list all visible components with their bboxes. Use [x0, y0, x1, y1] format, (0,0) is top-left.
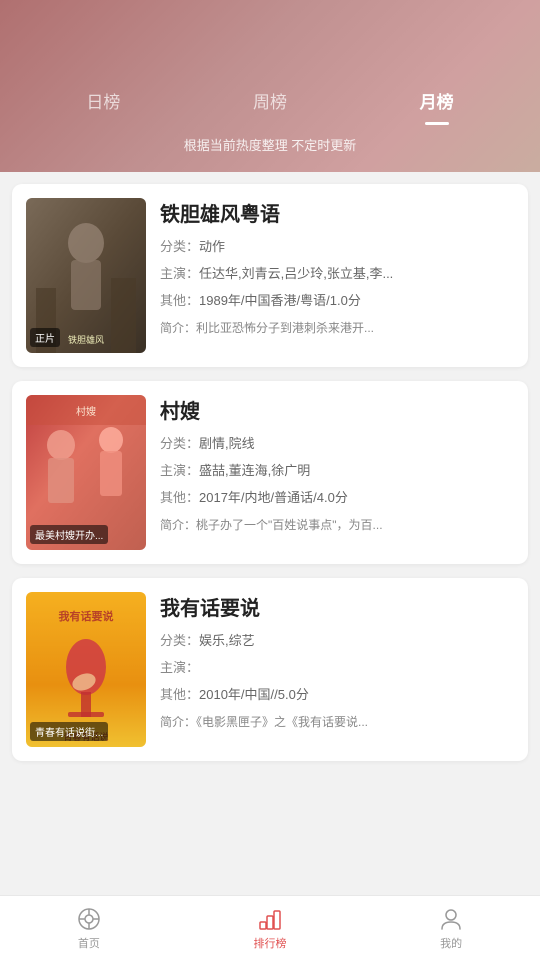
tab-daily[interactable]: 日榜: [66, 80, 140, 121]
svg-text:我有话要说: 我有话要说: [59, 609, 114, 623]
movie-poster-1: 铁胆雄风 正片: [26, 198, 146, 353]
movie-other-2: 其他：2017年/内地/普通话/4.0分: [160, 487, 514, 509]
movie-cast-2: 主演：盛喆,董连海,徐广明: [160, 460, 514, 482]
tabs-container: 日榜 周榜 月榜: [0, 80, 540, 121]
movie-badge-2: 最美村嫂开办...: [30, 525, 108, 544]
svg-text:铁胆雄风: 铁胆雄风: [68, 334, 104, 345]
movie-info-1: 铁胆雄风粤语 分类：动作 主演：任达华,刘青云,吕少玲,张立基,李... 其他：…: [160, 198, 514, 353]
movie-card-2[interactable]: 村嫂 最美村嫂开办... 村嫂 分类：剧情,院线 主演：盛喆,董连海,徐广明 其…: [12, 381, 528, 564]
movie-desc-2: 简介：桃子办了一个"百姓说事点"，为百...: [160, 516, 514, 533]
bottom-nav: 首页 排行榜 我的: [0, 895, 540, 960]
movie-badge-1: 正片: [30, 328, 60, 347]
ranking-icon: [257, 906, 283, 932]
movie-title-1: 铁胆雄风粤语: [160, 198, 514, 227]
movie-desc-3: 简介：《电影黑匣子》之《我有话要说...: [160, 713, 514, 730]
movie-badge-3: 青春有话说街...: [30, 722, 108, 741]
movie-cast-3: 主演：: [160, 657, 514, 679]
movie-card-3[interactable]: 我有话要说 青春有话说 青春有话说街... 我有话要说 分类：娱乐,综艺 主演：…: [12, 578, 528, 761]
tab-area: 日榜 周榜 月榜 根据当前热度整理 不定时更新: [0, 30, 540, 172]
movie-desc-1: 简介：利比亚恐怖分子到港刺杀来港开...: [160, 319, 514, 336]
subtitle-text: 根据当前热度整理 不定时更新: [0, 121, 540, 164]
movie-poster-2: 村嫂 最美村嫂开办...: [26, 395, 146, 550]
nav-home-label: 首页: [78, 935, 100, 951]
movie-info-2: 村嫂 分类：剧情,院线 主演：盛喆,董连海,徐广明 其他：2017年/内地/普通…: [160, 395, 514, 550]
main-container: 9:00 日榜 周榜 月榜 根据当前热度整理 不定时更新: [0, 0, 540, 960]
nav-profile[interactable]: 我的: [418, 900, 484, 957]
movie-title-3: 我有话要说: [160, 592, 514, 621]
nav-ranking-label: 排行榜: [253, 935, 286, 951]
tab-weekly[interactable]: 周榜: [233, 80, 307, 121]
nav-ranking[interactable]: 排行榜: [233, 900, 306, 957]
profile-icon: [438, 906, 464, 932]
tab-monthly[interactable]: 月榜: [400, 80, 474, 121]
movie-other-1: 其他：1989年/中国香港/粤语/1.0分: [160, 290, 514, 312]
nav-home[interactable]: 首页: [56, 900, 122, 957]
svg-text:村嫂: 村嫂: [76, 405, 96, 418]
movie-info-3: 我有话要说 分类：娱乐,综艺 主演： 其他：2010年/中国//5.0分 简介：…: [160, 592, 514, 747]
movie-poster-3: 我有话要说 青春有话说 青春有话说街...: [26, 592, 146, 747]
movie-category-3: 分类：娱乐,综艺: [160, 630, 514, 652]
movie-other-3: 其他：2010年/中国//5.0分: [160, 684, 514, 706]
home-icon: [76, 906, 102, 932]
nav-profile-label: 我的: [440, 935, 462, 951]
content-area[interactable]: 铁胆雄风 正片 铁胆雄风粤语 分类：动作 主演：任达华,刘青云,吕少玲,张立基,…: [0, 172, 540, 960]
movie-category-2: 分类：剧情,院线: [160, 433, 514, 455]
movie-card-1[interactable]: 铁胆雄风 正片 铁胆雄风粤语 分类：动作 主演：任达华,刘青云,吕少玲,张立基,…: [12, 184, 528, 367]
movie-cast-1: 主演：任达华,刘青云,吕少玲,张立基,李...: [160, 263, 514, 285]
movie-title-2: 村嫂: [160, 395, 514, 424]
movie-category-1: 分类：动作: [160, 236, 514, 258]
